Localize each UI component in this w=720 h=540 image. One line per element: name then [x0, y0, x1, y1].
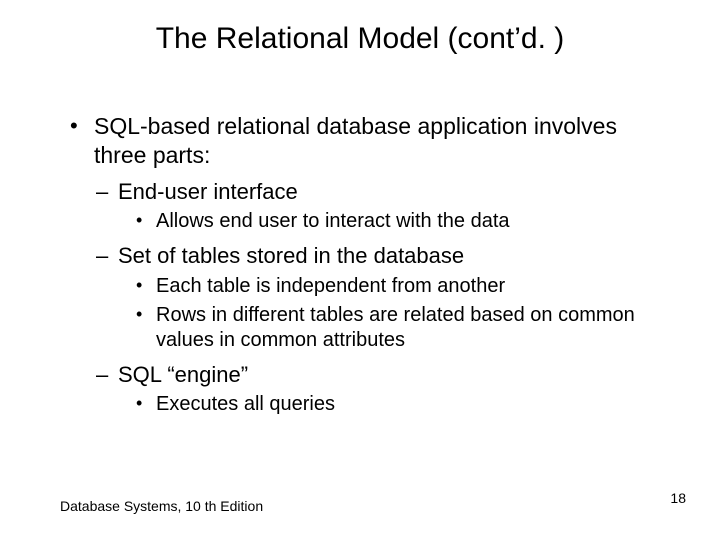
- bullet-level2: Set of tables stored in the database: [64, 242, 664, 270]
- slide-body: SQL-based relational database applicatio…: [64, 112, 664, 419]
- bullet-level3: Executes all queries: [64, 392, 664, 417]
- bullet-level2: End-user interface: [64, 178, 664, 206]
- bullet-level3: Allows end user to interact with the dat…: [64, 209, 664, 234]
- bullet-level3: Each table is independent from another: [64, 274, 664, 299]
- bullet-level3: Rows in different tables are related bas…: [64, 303, 664, 353]
- footer-source: Database Systems, 10 th Edition: [60, 498, 263, 514]
- page-number: 18: [670, 490, 686, 506]
- bullet-level1: SQL-based relational database applicatio…: [64, 112, 664, 170]
- slide: The Relational Model (cont’d. ) SQL-base…: [0, 0, 720, 540]
- bullet-level2: SQL “engine”: [64, 361, 664, 389]
- slide-title: The Relational Model (cont’d. ): [0, 22, 720, 56]
